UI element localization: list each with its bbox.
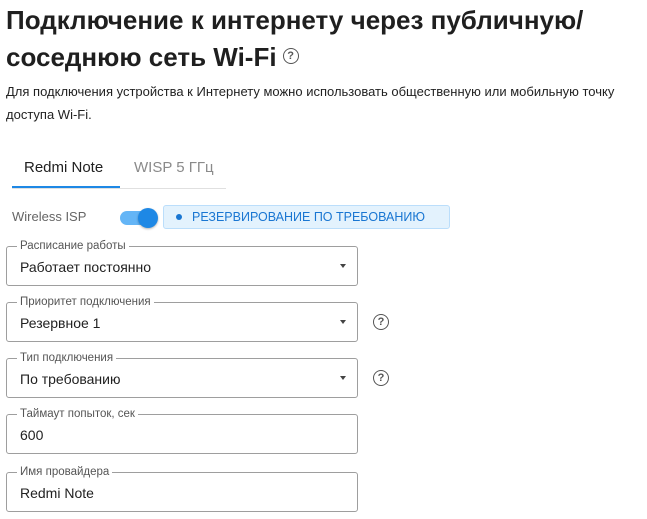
connection-type-label: Тип подключения xyxy=(17,351,117,365)
schedule-label: Расписание работы xyxy=(17,239,129,253)
help-icon[interactable]: ? xyxy=(282,48,299,65)
tab-redmi-note[interactable]: Redmi Note xyxy=(12,150,120,188)
priority-value: Резервное 1 xyxy=(20,315,101,331)
toggle-thumb xyxy=(138,208,158,228)
page-description: Для подключения устройства к Интернету м… xyxy=(6,84,615,122)
page-title: Подключение к интернету через публичную/… xyxy=(6,2,646,76)
wisp-toggle[interactable] xyxy=(120,208,158,228)
caret-down-icon xyxy=(340,376,346,380)
status-badge-text: РЕЗЕРВИРОВАНИЕ ПО ТРЕБОВАНИЮ xyxy=(192,210,425,224)
wisp-label: Wireless ISP xyxy=(12,209,87,224)
caret-down-icon xyxy=(340,264,346,268)
connection-type-value: По требованию xyxy=(20,371,121,387)
provider-name-label: Имя провайдера xyxy=(17,465,113,479)
timeout-label: Таймаут попыток, сек xyxy=(17,407,138,421)
provider-name-input[interactable]: Имя провайдера Redmi Note xyxy=(6,465,358,512)
priority-help-icon[interactable]: ? xyxy=(373,314,389,330)
connection-tabs: Redmi Note WISP 5 ГГц xyxy=(12,150,226,189)
tab-wisp-5ghz[interactable]: WISP 5 ГГц xyxy=(122,150,226,186)
connection-type-help-icon[interactable]: ? xyxy=(373,370,389,386)
caret-down-icon xyxy=(340,320,346,324)
priority-select[interactable]: Приоритет подключения Резервное 1 xyxy=(6,295,358,342)
provider-name-value: Redmi Note xyxy=(20,485,94,501)
timeout-input[interactable]: Таймаут попыток, сек 600 xyxy=(6,407,358,454)
status-badge: РЕЗЕРВИРОВАНИЕ ПО ТРЕБОВАНИЮ xyxy=(163,205,450,229)
priority-label: Приоритет подключения xyxy=(17,295,154,309)
connection-type-select[interactable]: Тип подключения По требованию xyxy=(6,351,358,398)
status-dot-icon xyxy=(176,214,182,220)
schedule-select[interactable]: Расписание работы Работает постоянно xyxy=(6,239,358,286)
timeout-value: 600 xyxy=(20,427,44,443)
schedule-value: Работает постоянно xyxy=(20,259,152,275)
